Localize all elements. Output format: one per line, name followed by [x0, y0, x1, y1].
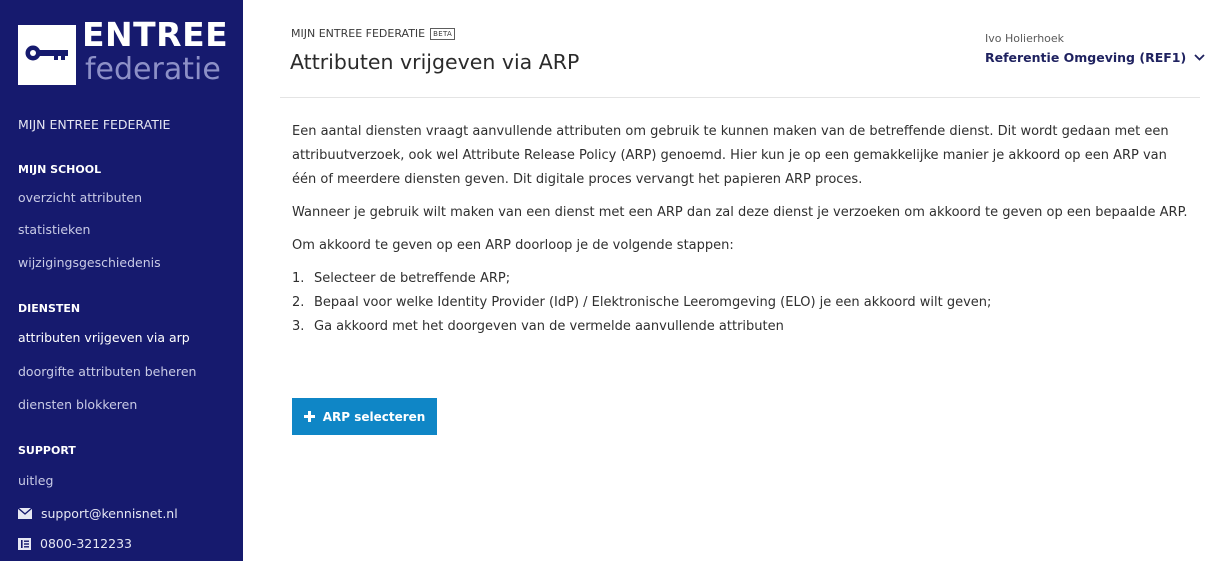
chevron-down-icon	[1194, 54, 1205, 61]
logo-subtitle: federatie	[85, 52, 221, 87]
sidebar-heading-mijn-school: MIJN SCHOOL	[18, 163, 102, 176]
list-item: 1. Selecteer de betreffende ARP;	[292, 267, 1192, 291]
sidebar-item-uitleg[interactable]: uitleg	[18, 473, 53, 488]
arp-selecteren-label: ARP selecteren	[322, 409, 426, 424]
header-divider	[280, 97, 1200, 98]
page-header: MIJN ENTREE FEDERATIE BETA Attributen vr…	[243, 0, 1212, 97]
support-email: support@kennisnet.nl	[41, 506, 178, 521]
logo-title: ENTREE	[82, 15, 229, 54]
sidebar: ENTREE federatie MIJN ENTREE FEDERATIE M…	[0, 0, 243, 561]
breadcrumb-label[interactable]: MIJN ENTREE FEDERATIE	[291, 27, 425, 40]
sidebar-heading-diensten: DIENSTEN	[18, 302, 81, 315]
page-title: Attributen vrijgeven via ARP	[290, 50, 580, 74]
intro-paragraph: Een aantal diensten vraagt aanvullende a…	[292, 124, 1169, 187]
usage-paragraph: Wanneer je gebruik wilt maken van een di…	[292, 205, 1188, 220]
step-text: Bepaal voor welke Identity Provider (IdP…	[314, 295, 992, 310]
step-number: 2.	[292, 295, 305, 310]
environment-label: Referentie Omgeving (REF1)	[985, 50, 1187, 65]
sidebar-item-diensten-blokkeren[interactable]: diensten blokkeren	[18, 397, 137, 412]
breadcrumb: MIJN ENTREE FEDERATIE BETA	[291, 27, 456, 40]
support-phone-number: 0800-3212233	[40, 536, 132, 551]
sidebar-item-statistieken[interactable]: statistieken	[18, 222, 90, 237]
list-item: 2. Bepaal voor welke Identity Provider (…	[292, 291, 1192, 315]
environment-selector[interactable]: Referentie Omgeving (REF1)	[985, 50, 1205, 65]
step-number: 1.	[292, 271, 305, 286]
steps-list: 1. Selecteer de betreffende ARP; 2. Bepa…	[292, 267, 1192, 339]
mail-icon	[18, 508, 32, 519]
step-text: Selecteer de betreffende ARP;	[314, 271, 511, 286]
logo-badge	[18, 25, 76, 85]
entree-federatie-logo[interactable]: ENTREE federatie	[18, 13, 228, 91]
key-icon	[25, 45, 68, 61]
support-phone: 0800-3212233	[18, 536, 132, 551]
intro-text: Een aantal diensten vraagt aanvullende a…	[292, 120, 1192, 339]
beta-badge: BETA	[430, 27, 456, 40]
support-email-link[interactable]: support@kennisnet.nl	[18, 506, 178, 521]
arp-selecteren-button[interactable]: ARP selecteren	[292, 398, 437, 435]
step-text: Ga akkoord met het doorgeven van de verm…	[314, 319, 784, 334]
plus-icon	[303, 411, 315, 422]
steps-intro: Om akkoord te geven op een ARP doorloop …	[292, 238, 734, 253]
sidebar-item-mijn-entree-federatie[interactable]: MIJN ENTREE FEDERATIE	[18, 117, 170, 132]
phone-book-icon	[18, 537, 31, 550]
sidebar-item-overzicht-attributen[interactable]: overzicht attributen	[18, 190, 142, 205]
main-content: MIJN ENTREE FEDERATIE BETA Attributen vr…	[243, 0, 1212, 561]
step-number: 3.	[292, 319, 305, 334]
user-name: Ivo Holierhoek	[985, 32, 1065, 45]
sidebar-item-attributen-vrijgeven[interactable]: attributen vrijgeven via arp	[18, 330, 190, 345]
sidebar-item-wijzigingsgeschiedenis[interactable]: wijzigingsgeschiedenis	[18, 255, 161, 270]
list-item: 3. Ga akkoord met het doorgeven van de v…	[292, 315, 1192, 339]
sidebar-item-doorgifte-attributen[interactable]: doorgifte attributen beheren	[18, 364, 196, 379]
sidebar-heading-support: SUPPORT	[18, 444, 76, 457]
